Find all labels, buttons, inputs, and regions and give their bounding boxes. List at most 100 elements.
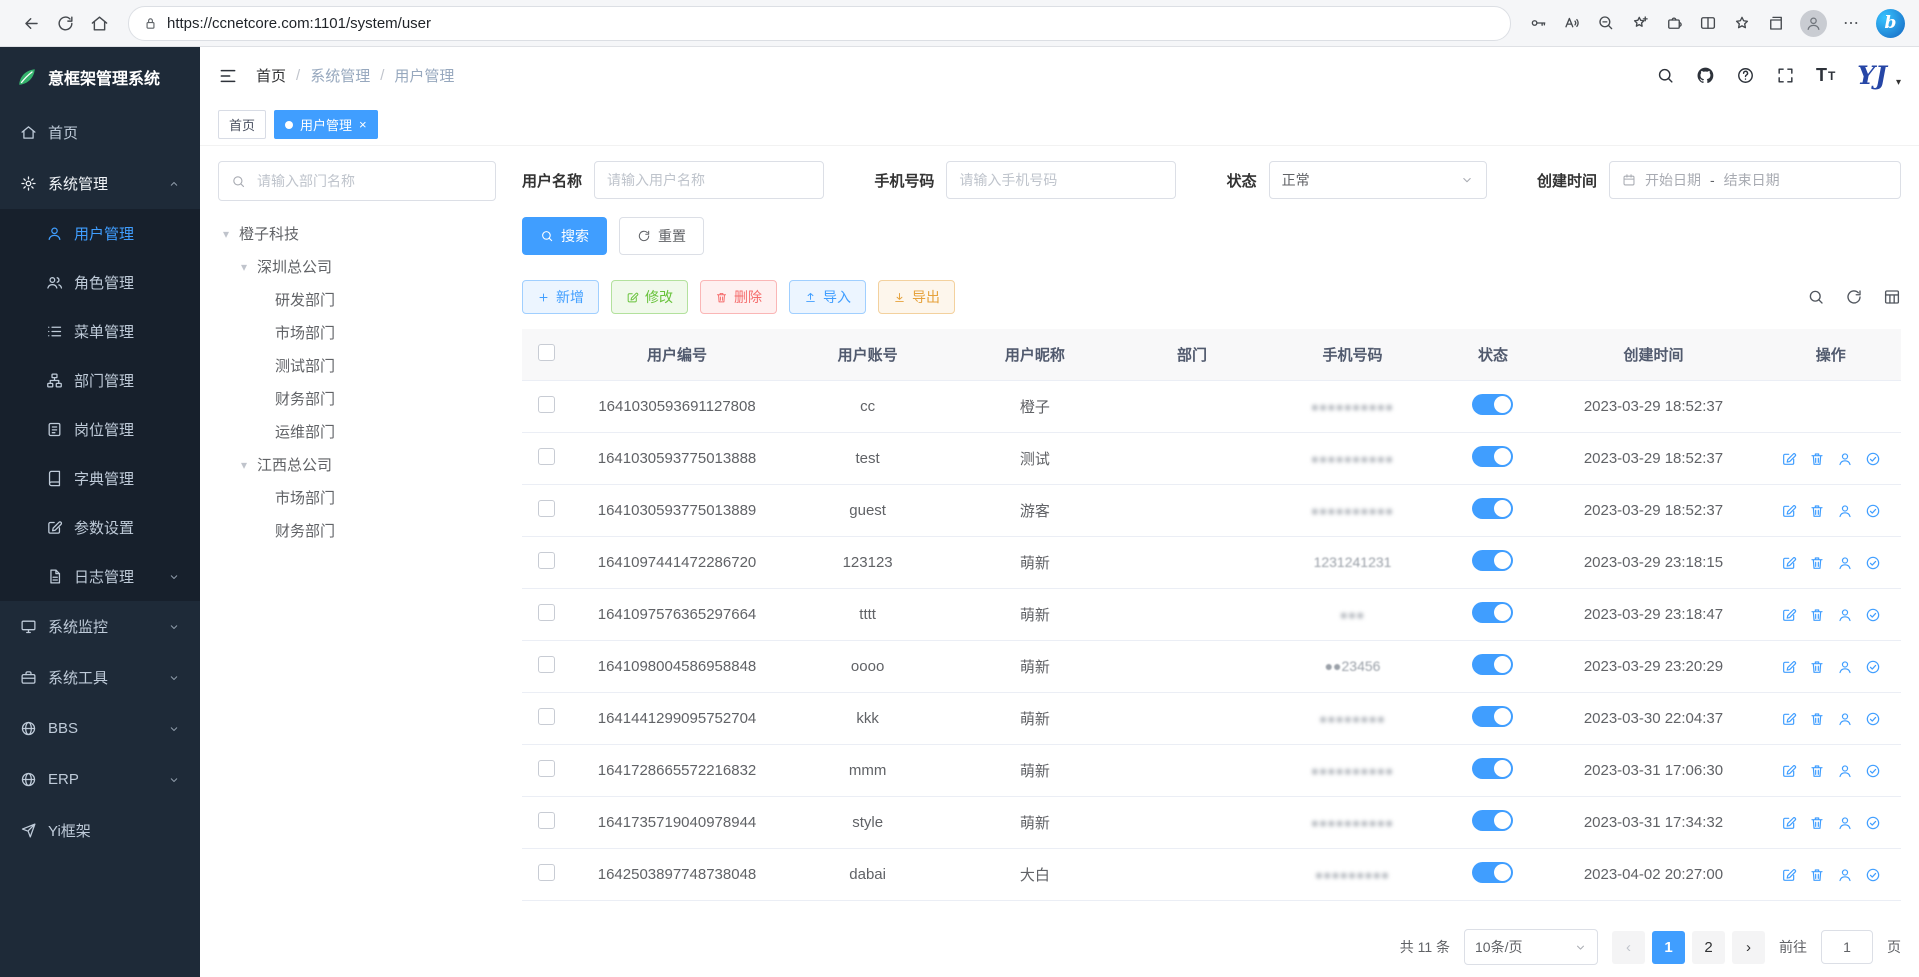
status-toggle[interactable] (1472, 394, 1513, 415)
sidebar-item-home[interactable]: 首页 (0, 107, 200, 158)
breadcrumb-item[interactable]: 系统管理 (310, 65, 370, 86)
confirm-op-icon[interactable] (1865, 867, 1881, 883)
row-checkbox[interactable] (538, 708, 555, 725)
dept-search-input[interactable] (255, 172, 483, 190)
export-button[interactable]: 导出 (878, 280, 955, 314)
star-plus-icon[interactable] (1625, 8, 1655, 38)
tree-node[interactable]: 市场部门 (218, 481, 496, 514)
user-op-icon[interactable] (1837, 555, 1853, 571)
edit-op-icon[interactable] (1781, 555, 1797, 571)
row-checkbox[interactable] (538, 656, 555, 673)
tree-node[interactable]: 研发部门 (218, 283, 496, 316)
sidebar-item-param-settings[interactable]: 参数设置 (0, 503, 200, 552)
prev-page-button[interactable]: ‹ (1612, 931, 1645, 964)
status-toggle[interactable] (1472, 498, 1513, 519)
page-size-select[interactable]: 10条/页 (1464, 929, 1598, 965)
reload-icon[interactable] (1845, 288, 1863, 306)
tree-node[interactable]: ▾橙子科技 (218, 217, 496, 250)
back-icon[interactable] (14, 6, 48, 40)
tree-node[interactable]: ▾深圳总公司 (218, 250, 496, 283)
delete-op-icon[interactable] (1809, 815, 1825, 831)
delete-op-icon[interactable] (1809, 607, 1825, 623)
row-checkbox[interactable] (538, 500, 555, 517)
delete-op-icon[interactable] (1809, 867, 1825, 883)
edit-op-icon[interactable] (1781, 607, 1797, 623)
github-icon[interactable] (1696, 66, 1715, 85)
import-button[interactable]: 导入 (789, 280, 866, 314)
status-toggle[interactable] (1472, 654, 1513, 675)
user-op-icon[interactable] (1837, 815, 1853, 831)
caret-down-icon[interactable]: ▾ (236, 260, 252, 274)
username-input[interactable] (594, 161, 824, 199)
user-op-icon[interactable] (1837, 867, 1853, 883)
row-checkbox[interactable] (538, 396, 555, 413)
caret-down-icon[interactable]: ▾ (236, 458, 252, 472)
tree-node[interactable]: 测试部门 (218, 349, 496, 382)
status-toggle[interactable] (1472, 758, 1513, 779)
status-select[interactable]: 正常 (1269, 161, 1487, 199)
sidebar-item-user-management[interactable]: 用户管理 (0, 209, 200, 258)
confirm-op-icon[interactable] (1865, 659, 1881, 675)
tab-1[interactable]: 用户管理× (274, 110, 378, 139)
phone-input[interactable] (946, 161, 1176, 199)
confirm-op-icon[interactable] (1865, 555, 1881, 571)
sidebar-item-dict-management[interactable]: 字典管理 (0, 454, 200, 503)
status-toggle[interactable] (1472, 810, 1513, 831)
confirm-op-icon[interactable] (1865, 815, 1881, 831)
grid-icon[interactable] (1883, 288, 1901, 306)
sidebar-item-bbs[interactable]: BBS (0, 703, 200, 754)
bing-icon[interactable]: b (1876, 9, 1905, 38)
breadcrumb-item[interactable]: 用户管理 (394, 65, 454, 86)
next-page-button[interactable]: › (1732, 931, 1765, 964)
user-op-icon[interactable] (1837, 763, 1853, 779)
delete-button[interactable]: 删除 (700, 280, 777, 314)
sidebar-item-system-monitor[interactable]: 系统监控 (0, 601, 200, 652)
user-op-icon[interactable] (1837, 607, 1853, 623)
row-checkbox[interactable] (538, 812, 555, 829)
tree-node[interactable]: 运维部门 (218, 415, 496, 448)
confirm-op-icon[interactable] (1865, 451, 1881, 467)
search-button[interactable]: 搜索 (522, 217, 607, 255)
row-checkbox[interactable] (538, 552, 555, 569)
page-button-1[interactable]: 1 (1652, 931, 1685, 964)
edit-op-icon[interactable] (1781, 711, 1797, 727)
select-all-checkbox[interactable] (538, 344, 555, 361)
user-op-icon[interactable] (1837, 451, 1853, 467)
sidebar-item-post-management[interactable]: 岗位管理 (0, 405, 200, 454)
sidebar-item-log-management[interactable]: 日志管理 (0, 552, 200, 601)
url-bar[interactable]: https://ccnetcore.com:1101/system/user (128, 6, 1511, 41)
status-toggle[interactable] (1472, 550, 1513, 571)
delete-op-icon[interactable] (1809, 451, 1825, 467)
tree-node[interactable]: 市场部门 (218, 316, 496, 349)
tree-node[interactable]: ▾江西总公司 (218, 448, 496, 481)
settings-dots-icon[interactable] (1836, 8, 1866, 38)
edit-op-icon[interactable] (1781, 763, 1797, 779)
row-checkbox[interactable] (538, 448, 555, 465)
delete-op-icon[interactable] (1809, 659, 1825, 675)
edit-op-icon[interactable] (1781, 867, 1797, 883)
date-range-picker[interactable]: 开始日期 - 结束日期 (1609, 161, 1901, 199)
zoom-out-icon[interactable] (1591, 8, 1621, 38)
confirm-op-icon[interactable] (1865, 607, 1881, 623)
delete-op-icon[interactable] (1809, 711, 1825, 727)
caret-down-icon[interactable]: ▾ (218, 227, 234, 241)
sidebar-item-role-management[interactable]: 角色管理 (0, 258, 200, 307)
edit-op-icon[interactable] (1781, 659, 1797, 675)
edit-op-icon[interactable] (1781, 451, 1797, 467)
delete-op-icon[interactable] (1809, 763, 1825, 779)
search-icon[interactable] (1807, 288, 1825, 306)
collections-icon[interactable] (1761, 8, 1791, 38)
user-op-icon[interactable] (1837, 711, 1853, 727)
user-avatar[interactable]: YJ (1857, 63, 1887, 88)
collapse-menu-icon[interactable] (218, 66, 238, 86)
profile-avatar[interactable] (1800, 10, 1827, 37)
goto-page-input[interactable] (1821, 930, 1873, 964)
star-icon[interactable] (1727, 8, 1757, 38)
font-size-icon[interactable]: TT (1816, 65, 1836, 86)
help-icon[interactable] (1736, 66, 1755, 85)
confirm-op-icon[interactable] (1865, 763, 1881, 779)
close-icon[interactable]: × (359, 118, 367, 131)
delete-op-icon[interactable] (1809, 503, 1825, 519)
add-button[interactable]: 新增 (522, 280, 599, 314)
breadcrumb-item[interactable]: 首页 (256, 65, 286, 86)
